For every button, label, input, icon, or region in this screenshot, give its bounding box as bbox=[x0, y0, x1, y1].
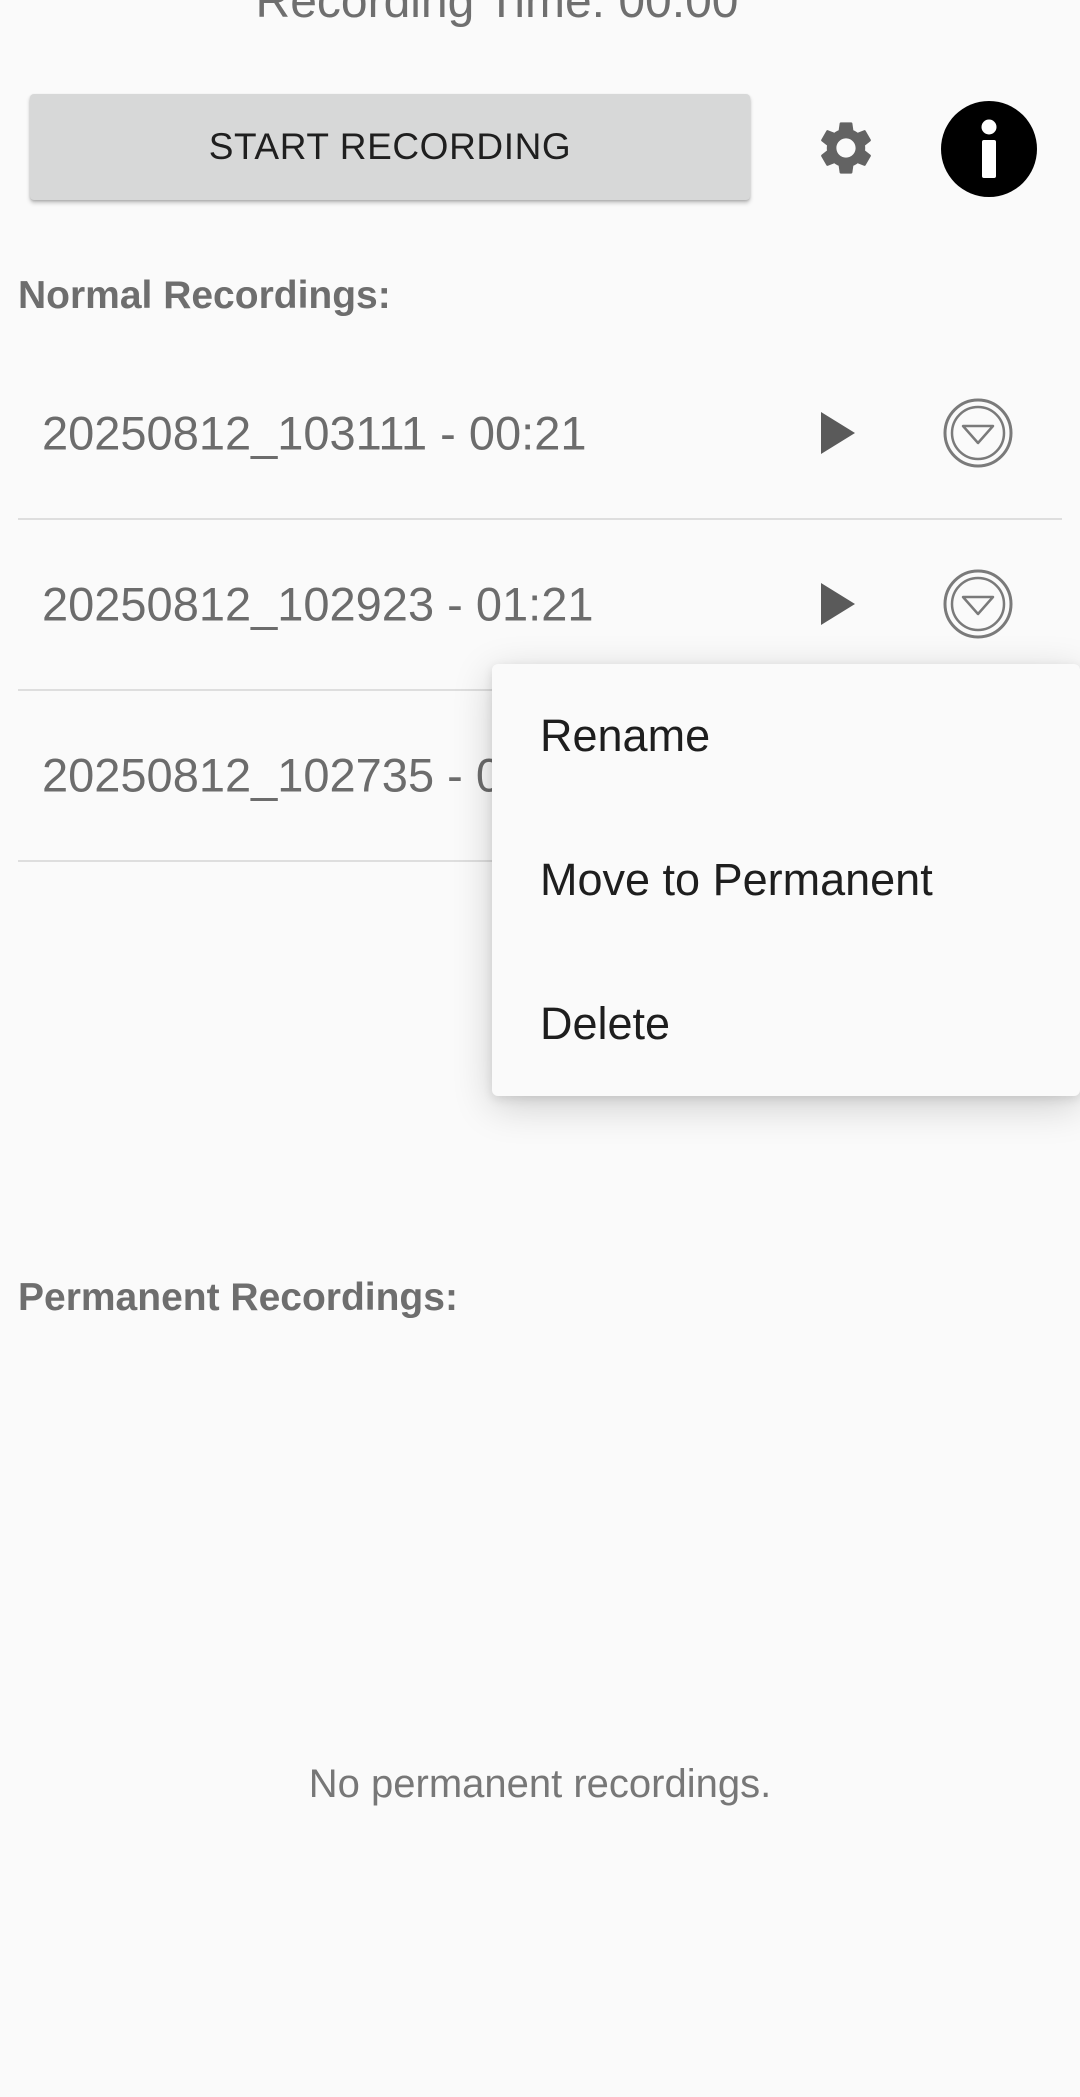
play-icon bbox=[821, 412, 855, 454]
menu-item-rename[interactable]: Rename bbox=[492, 664, 1080, 808]
empty-state-text: No permanent recordings. bbox=[308, 1762, 772, 1806]
menu-item-move-to-permanent[interactable]: Move to Permanent bbox=[492, 808, 1080, 952]
play-icon bbox=[821, 583, 855, 625]
context-menu: Rename Move to Permanent Delete bbox=[492, 664, 1080, 1096]
options-button[interactable] bbox=[938, 564, 1018, 644]
gear-icon bbox=[821, 122, 871, 174]
settings-button[interactable] bbox=[806, 108, 886, 188]
recording-name: 20250812_102735 - 0 bbox=[42, 748, 502, 802]
normal-recordings-title: Normal Recordings: bbox=[18, 274, 391, 317]
menu-item-delete[interactable]: Delete bbox=[492, 952, 1080, 1096]
start-recording-button[interactable]: START RECORDING bbox=[30, 94, 750, 200]
play-button[interactable] bbox=[798, 393, 878, 473]
info-button[interactable] bbox=[940, 100, 1038, 198]
dropdown-circle-icon bbox=[943, 569, 1013, 639]
recording-row[interactable]: 20250812_103111 - 00:21 bbox=[18, 348, 1062, 520]
play-button[interactable] bbox=[798, 564, 878, 644]
permanent-recordings-title: Permanent Recordings: bbox=[18, 1276, 458, 1319]
dropdown-circle-icon bbox=[943, 398, 1013, 468]
recording-name: 20250812_102923 - 01:21 bbox=[42, 577, 594, 631]
options-button[interactable] bbox=[938, 393, 1018, 473]
recording-time-label: Recording Time: 00:00 bbox=[255, 0, 739, 28]
recording-name: 20250812_103111 - 00:21 bbox=[42, 406, 587, 460]
info-icon bbox=[941, 101, 1037, 197]
